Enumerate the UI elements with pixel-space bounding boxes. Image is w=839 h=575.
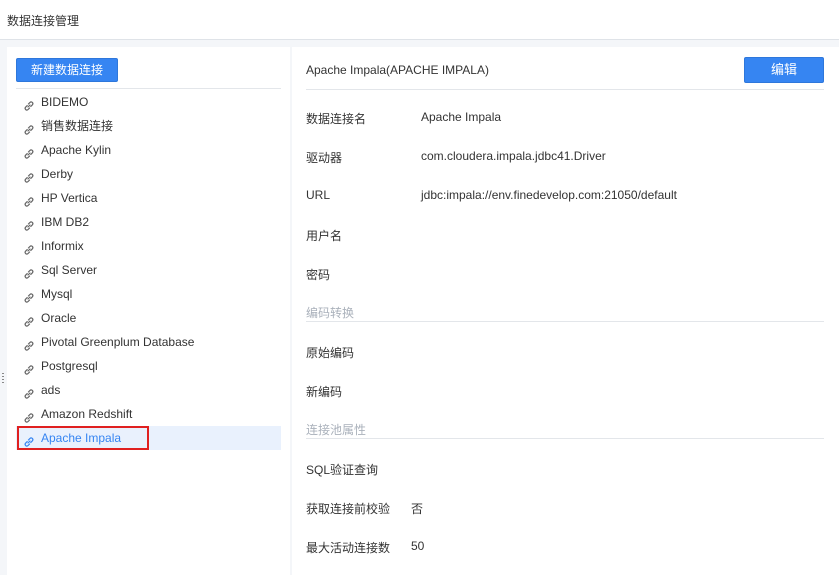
- connection-label: Derby: [41, 167, 74, 181]
- section-connection-pool: 连接池属性: [306, 421, 824, 439]
- connection-label: Informix: [41, 239, 84, 253]
- connection-label: Apache Kylin: [41, 143, 112, 157]
- field-value: com.cloudera.impala.jdbc41.Driver: [421, 149, 606, 163]
- connection-label: Oracle: [41, 311, 77, 325]
- connection-item[interactable]: Derby: [16, 162, 281, 186]
- connection-item[interactable]: Oracle: [16, 306, 281, 330]
- connection-item[interactable]: Apache Kylin: [16, 138, 281, 162]
- link-icon: [23, 360, 35, 375]
- field-label: 数据连接名: [306, 112, 367, 126]
- connection-label: Amazon Redshift: [41, 407, 133, 421]
- field-label: 密码: [306, 268, 331, 282]
- page-title: 数据连接管理: [7, 14, 80, 28]
- link-icon: [23, 240, 35, 255]
- connection-label: Pivotal Greenplum Database: [41, 335, 195, 349]
- connection-label: Postgresql: [41, 359, 98, 373]
- connection-item[interactable]: Pivotal Greenplum Database: [16, 330, 281, 354]
- field-label: 原始编码: [306, 346, 355, 360]
- divider: [306, 321, 824, 322]
- link-icon: [23, 384, 35, 399]
- connection-label: ads: [41, 383, 61, 397]
- connection-label: BIDEMO: [41, 95, 89, 109]
- link-icon: [23, 168, 35, 183]
- link-icon: [23, 336, 35, 351]
- field-label: URL: [306, 188, 331, 202]
- connection-label: Sql Server: [41, 263, 98, 277]
- link-icon: [23, 408, 35, 423]
- link-icon: [23, 264, 35, 279]
- connection-item[interactable]: Mysql: [16, 282, 281, 306]
- connection-detail-panel: Apache Impala(APACHE IMPALA) 编辑 数据连接名 Ap…: [292, 47, 839, 575]
- field-label: SQL验证查询: [306, 463, 379, 477]
- field-label: 获取连接前校验: [306, 502, 391, 516]
- connection-label: Apache Impala: [41, 431, 122, 445]
- section-title: 编码转换: [306, 306, 355, 320]
- edit-button[interactable]: 编辑: [744, 57, 824, 83]
- connection-label: Mysql: [41, 287, 73, 301]
- connection-item[interactable]: 销售数据连接: [16, 114, 281, 138]
- divider: [306, 89, 824, 90]
- section-title: 连接池属性: [306, 423, 367, 437]
- link-icon: [23, 432, 35, 447]
- connection-list-panel: 新建数据连接 BIDEMO 销售数据连接 Apache Kylin Derby HP V…: [7, 47, 290, 575]
- field-value: jdbc:impala://env.finedevelop.com:21050/…: [421, 188, 677, 202]
- detail-title: Apache Impala(APACHE IMPALA): [306, 63, 489, 77]
- field-label: 驱动器: [306, 151, 343, 165]
- connection-item[interactable]: BIDEMO: [16, 90, 281, 114]
- field-label: 新编码: [306, 385, 343, 399]
- connection-label: HP Vertica: [41, 191, 98, 205]
- field-value: 50: [411, 539, 425, 553]
- connection-item[interactable]: Postgresql: [16, 354, 281, 378]
- connection-label: 销售数据连接: [41, 119, 114, 133]
- connection-item[interactable]: HP Vertica: [16, 186, 281, 210]
- field-label: 最大活动连接数: [306, 541, 391, 555]
- new-connection-button[interactable]: 新建数据连接: [16, 58, 118, 82]
- connection-item[interactable]: Sql Server: [16, 258, 281, 282]
- link-icon: [23, 192, 35, 207]
- resize-handle[interactable]: [2, 373, 4, 385]
- connection-item[interactable]: ads: [16, 378, 281, 402]
- connection-item[interactable]: Apache Impala: [16, 426, 281, 450]
- connection-item[interactable]: IBM DB2: [16, 210, 281, 234]
- link-icon: [23, 96, 35, 111]
- link-icon: [23, 288, 35, 303]
- link-icon: [23, 312, 35, 327]
- main-content: 新建数据连接 BIDEMO 销售数据连接 Apache Kylin Derby HP V…: [0, 40, 839, 575]
- link-icon: [23, 144, 35, 159]
- link-icon: [23, 120, 35, 135]
- divider: [306, 438, 824, 439]
- divider: [16, 88, 281, 89]
- connection-item[interactable]: Amazon Redshift: [16, 402, 281, 426]
- link-icon: [23, 216, 35, 231]
- field-label: 用户名: [306, 229, 343, 243]
- field-value: Apache Impala: [421, 110, 502, 124]
- field-value: 否: [411, 502, 424, 516]
- connection-label: IBM DB2: [41, 215, 90, 229]
- top-bar: 数据连接管理: [0, 0, 839, 40]
- connection-item[interactable]: Informix: [16, 234, 281, 258]
- connection-list: BIDEMO 销售数据连接 Apache Kylin Derby HP Vertica I…: [16, 90, 281, 450]
- section-encoding: 编码转换: [306, 304, 824, 322]
